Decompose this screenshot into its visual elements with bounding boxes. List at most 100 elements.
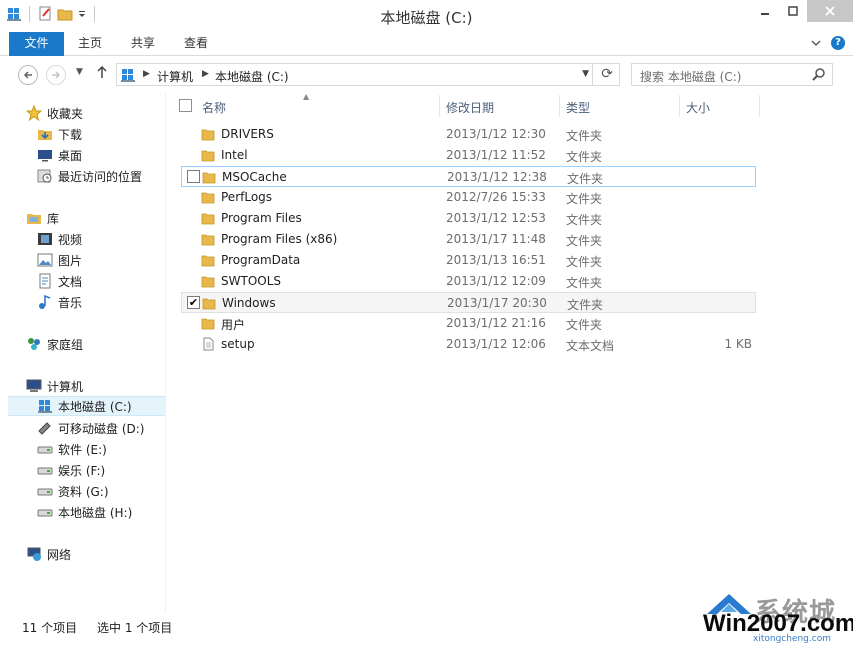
file-name: 用户 [221,318,246,332]
file-row[interactable]: ✔ Windows 2013/1/17 20:30 文件夹 [181,292,756,313]
nav-desktop[interactable]: 桌面 [37,145,165,165]
recent-locations-icon[interactable]: ▼ [76,67,83,77]
file-name: ProgramData [221,253,301,267]
nav-computer[interactable]: 计算机 [26,376,165,396]
minimize-button[interactable] [751,0,779,22]
window-title: 本地磁盘 (C:) [380,9,473,27]
drive-icon [37,446,53,454]
close-button[interactable] [807,0,853,22]
recent-places-icon [37,169,52,183]
file-name: Program Files (x86) [221,232,338,246]
search-box[interactable]: 搜索 本地磁盘 (C:) [631,63,833,86]
nav-recent-places[interactable]: 最近访问的位置 [37,166,165,186]
file-type: 文本文档 [566,339,615,353]
file-type: 文件夹 [567,298,604,312]
nav-label: 可移动磁盘 (D:) [58,421,145,436]
breadcrumb-computer[interactable]: 计算机 [157,68,193,85]
nav-network[interactable]: 网络 [26,544,165,564]
nav-label: 本地磁盘 (C:) [58,399,132,414]
nav-homegroup[interactable]: 家庭组 [26,334,165,354]
nav-music[interactable]: 音乐 [37,292,165,312]
file-row[interactable]: Program Files (x86) 2013/1/17 11:48 文件夹 [181,229,756,250]
address-box[interactable]: ▶ 计算机 ▶ 本地磁盘 (C:) ▼ ⟳ [116,63,620,86]
column-divider[interactable] [439,95,440,117]
homegroup-icon [28,338,40,350]
nav-drive-d[interactable]: 可移动磁盘 (D:) [37,418,165,438]
nav-label: 下载 [58,127,83,142]
folder-icon [201,129,215,141]
file-row[interactable]: Intel 2013/1/12 11:52 文件夹 [181,145,756,166]
nav-drive-f[interactable]: 娱乐 (F:) [37,460,165,480]
search-icon[interactable] [812,67,826,81]
file-row[interactable]: ProgramData 2013/1/13 16:51 文件夹 [181,250,756,271]
title-bar: 本地磁盘 (C:) [0,0,853,32]
nav-documents[interactable]: 文档 [37,271,165,291]
back-arrow-icon [23,71,32,79]
column-divider[interactable] [679,95,680,117]
column-divider[interactable] [759,95,760,117]
folder-icon [201,150,215,162]
up-button[interactable] [96,65,108,83]
nav-label: 图片 [58,253,83,268]
column-name[interactable]: 名称 [202,99,226,116]
nav-drive-g[interactable]: 资料 (G:) [37,481,165,501]
tab-share[interactable]: 共享 [121,32,165,56]
nav-label: 本地磁盘 (H:) [58,505,133,520]
file-row[interactable]: SWTOOLS 2013/1/12 12:09 文件夹 [181,271,756,292]
file-name: DRIVERS [221,127,274,141]
file-date: 2013/1/12 12:30 [446,127,546,141]
help-icon[interactable]: ? [831,36,845,50]
nav-drive-c[interactable]: 本地磁盘 (C:) [8,396,165,416]
file-row[interactable]: MSOCache 2013/1/12 12:38 文件夹 [181,166,756,187]
minimize-icon [761,13,769,15]
row-checkbox[interactable]: ✔ [187,296,200,309]
row-checkbox[interactable] [187,170,200,183]
nav-pictures[interactable]: 图片 [37,250,165,270]
expand-ribbon-icon[interactable] [811,39,821,47]
breadcrumb-chevron-icon[interactable]: ▶ [143,69,150,79]
maximize-button[interactable] [779,0,807,22]
breadcrumb-local-disk[interactable]: 本地磁盘 (C:) [215,68,289,85]
file-row[interactable]: Program Files 2013/1/12 12:53 文件夹 [181,208,756,229]
tab-home[interactable]: 主页 [68,32,112,56]
nav-label: 资料 (G:) [58,484,109,499]
search-input[interactable]: 搜索 本地磁盘 (C:) [640,68,741,85]
tab-file[interactable]: 文件 [9,32,64,56]
downloads-icon [38,130,52,140]
nav-downloads[interactable]: 下载 [37,124,165,144]
folder-icon [202,172,216,184]
tab-view[interactable]: 查看 [174,32,218,56]
file-type: 文件夹 [566,276,603,290]
navigation-pane: 收藏夹 下载 桌面 最近访问的位置 库 视频 图片 文档 音乐 家庭组 计算机 [0,93,166,613]
drive-location-icon [121,69,135,82]
back-button[interactable] [18,65,38,85]
column-header: ▲ 名称 修改日期 类型 大小 [167,92,767,119]
nav-drive-e[interactable]: 软件 (E:) [37,439,165,459]
address-dropdown-icon[interactable]: ▼ [582,69,589,79]
file-row[interactable]: DRIVERS 2013/1/12 12:30 文件夹 [181,124,756,145]
drive-icon [37,509,53,517]
column-type[interactable]: 类型 [566,99,590,116]
file-date: 2013/1/12 12:38 [447,170,547,184]
file-list: ▲ 名称 修改日期 类型 大小 DRIVERS 2013/1/12 12:30 文件… [167,92,853,613]
file-type: 文件夹 [567,172,604,186]
breadcrumb-chevron-icon[interactable]: ▶ [202,69,209,79]
file-row[interactable]: 用户 2013/1/12 21:16 文件夹 [181,313,756,334]
system-drive-icon [38,400,52,413]
nav-label: 家庭组 [47,337,84,352]
column-date[interactable]: 修改日期 [446,99,494,116]
column-divider[interactable] [559,95,560,117]
forward-button[interactable] [46,65,66,85]
file-row[interactable]: setup 2013/1/12 12:06 文本文档 1 KB [181,334,756,355]
column-size[interactable]: 大小 [686,99,710,116]
nav-drive-h[interactable]: 本地磁盘 (H:) [37,502,165,522]
refresh-icon[interactable]: ⟳ [601,66,613,82]
nav-favorites[interactable]: 收藏夹 [26,103,165,123]
nav-videos[interactable]: 视频 [37,229,165,249]
nav-libraries[interactable]: 库 [26,208,165,228]
select-all-checkbox[interactable] [179,99,192,112]
file-row[interactable]: PerfLogs 2012/7/26 15:33 文件夹 [181,187,756,208]
file-type: 文件夹 [566,318,603,332]
file-type: 文件夹 [566,150,603,164]
nav-label: 库 [47,211,60,226]
